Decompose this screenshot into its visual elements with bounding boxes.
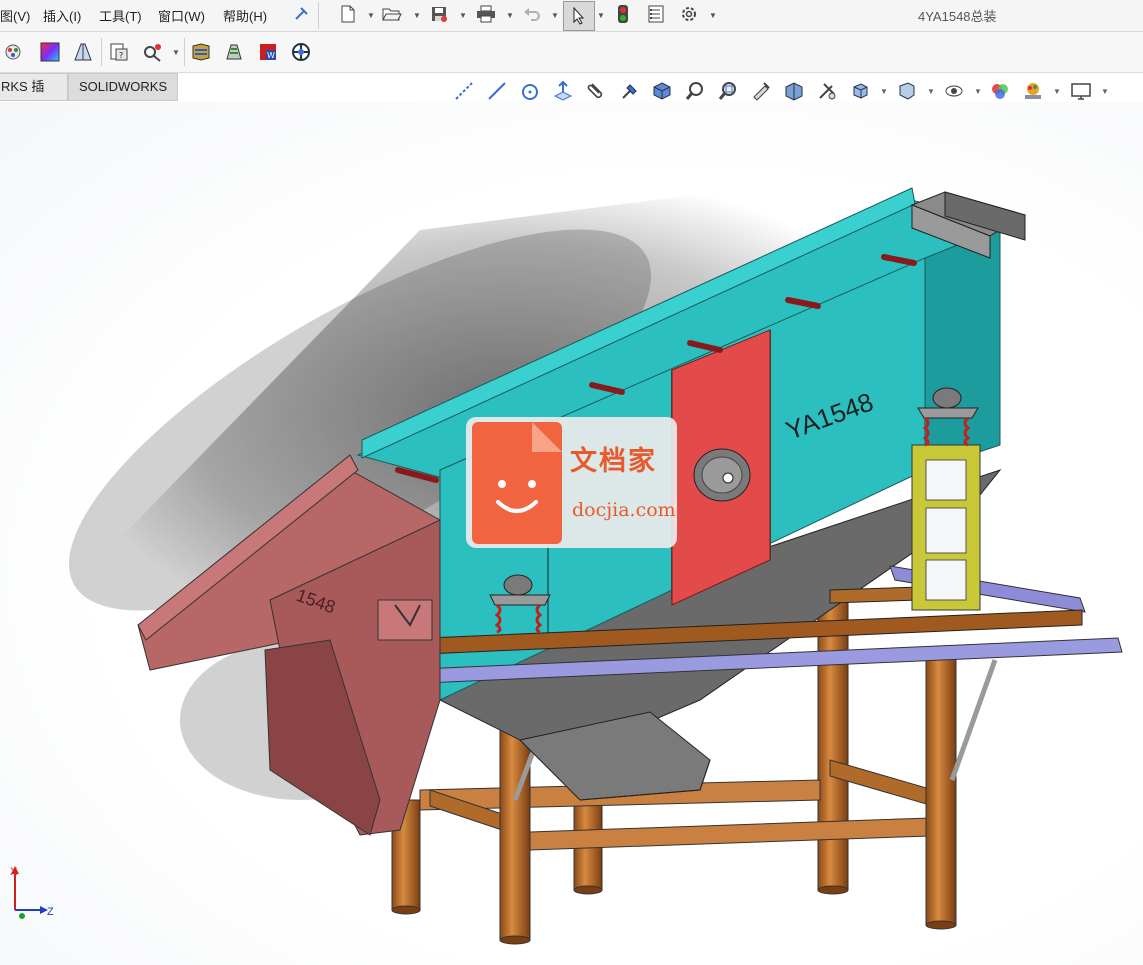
triad-z-label: Z: [47, 906, 54, 918]
watermark-cn: 文档家: [570, 446, 657, 477]
watermark: 文档家 docjia.com: [466, 417, 677, 548]
document-logo-icon: [472, 422, 562, 544]
coordinate-triad: X Z: [10, 866, 54, 919]
watermark-en: docjia.com: [572, 499, 676, 521]
triad-x-label: X: [10, 866, 18, 878]
